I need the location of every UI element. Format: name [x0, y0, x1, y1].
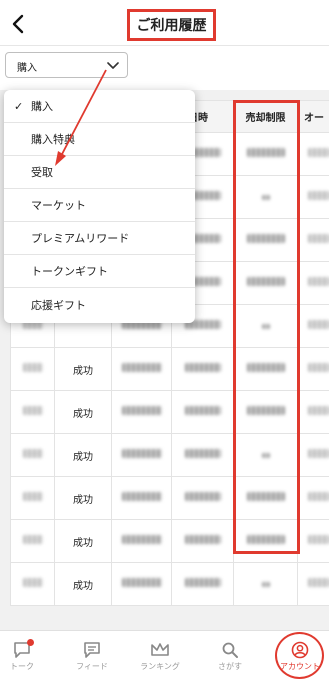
redacted-cell — [112, 520, 172, 563]
tab-feed[interactable]: フィード — [62, 631, 122, 682]
dropdown-item-market[interactable]: マーケット — [4, 189, 195, 222]
redacted-text — [262, 582, 270, 587]
redacted-text — [308, 406, 329, 415]
redacted-cell — [11, 520, 55, 563]
redacted-cell — [172, 520, 234, 563]
dropdown-item-support-gift[interactable]: 応援ギフト — [4, 288, 195, 321]
redacted-text — [308, 320, 329, 329]
redacted-cell — [172, 348, 234, 391]
account-tab-highlight — [275, 632, 324, 679]
redacted-text — [185, 406, 221, 415]
dropdown-item-receive[interactable]: 受取 — [4, 156, 195, 189]
title-highlight-box: ご利用履歴 — [127, 9, 216, 41]
dropdown-item-token-gift[interactable]: トークンギフト — [4, 255, 195, 288]
redacted-text — [308, 578, 329, 587]
redacted-text — [185, 578, 221, 587]
redacted-cell — [298, 262, 329, 305]
check-icon: ✓ — [14, 100, 23, 113]
redacted-text — [308, 234, 329, 243]
redacted-text — [122, 363, 162, 372]
redacted-text — [122, 449, 162, 458]
table-row: 成功 — [11, 563, 329, 606]
tab-talk[interactable]: トーク — [0, 631, 44, 682]
redacted-cell — [172, 563, 234, 606]
redacted-text — [122, 535, 162, 544]
dropdown-item-purchase[interactable]: ✓ 購入 — [4, 90, 195, 123]
dropdown-item-purchase-bonus[interactable]: 購入特典 — [4, 123, 195, 156]
back-icon[interactable] — [8, 13, 28, 35]
redacted-text — [308, 191, 329, 200]
redacted-cell — [298, 391, 329, 434]
redacted-cell — [112, 348, 172, 391]
redacted-text — [308, 492, 329, 501]
redacted-text — [23, 449, 43, 458]
ranking-icon — [150, 641, 170, 659]
redacted-cell — [11, 477, 55, 520]
redacted-cell — [298, 176, 329, 219]
history-type-select[interactable]: 購入 — [5, 52, 128, 78]
header-bar: ご利用履歴 — [0, 0, 329, 46]
redacted-text — [23, 406, 43, 415]
column-header: オー — [298, 101, 329, 133]
dropdown-item-premium-reward[interactable]: プレミアムリワード — [4, 222, 195, 255]
redacted-text — [185, 363, 221, 372]
history-type-dropdown: ✓ 購入 購入特典 受取 マーケット プレミアムリワード トークンギフト 応援ギ… — [4, 90, 195, 323]
page-title: ご利用履歴 — [137, 15, 207, 35]
redacted-cell — [298, 477, 329, 520]
redacted-text — [308, 148, 329, 157]
redacted-cell — [112, 434, 172, 477]
redacted-text — [23, 535, 43, 544]
status-cell: 成功 — [55, 520, 112, 563]
redacted-cell — [298, 305, 329, 348]
redacted-cell — [298, 434, 329, 477]
redacted-text — [122, 492, 162, 501]
redacted-cell — [112, 477, 172, 520]
redacted-cell — [11, 348, 55, 391]
redacted-cell — [11, 391, 55, 434]
redacted-cell — [298, 219, 329, 262]
redacted-cell — [172, 391, 234, 434]
notification-badge — [27, 639, 34, 646]
tab-ranking[interactable]: ランキング — [130, 631, 190, 682]
sell-limit-column-highlight — [233, 100, 300, 554]
tab-search[interactable]: さがす — [202, 631, 258, 682]
redacted-cell — [112, 563, 172, 606]
redacted-text — [122, 578, 162, 587]
select-value: 購入 — [17, 59, 37, 74]
redacted-text — [308, 449, 329, 458]
redacted-text — [308, 277, 329, 286]
status-cell: 成功 — [55, 434, 112, 477]
redacted-text — [185, 535, 221, 544]
redacted-text — [308, 363, 329, 372]
redacted-cell — [234, 563, 298, 606]
redacted-text — [23, 363, 43, 372]
status-cell: 成功 — [55, 563, 112, 606]
search-icon — [221, 641, 239, 659]
redacted-cell — [298, 563, 329, 606]
redacted-text — [185, 492, 221, 501]
chevron-down-icon — [107, 60, 119, 70]
redacted-cell — [112, 391, 172, 434]
redacted-cell — [298, 520, 329, 563]
status-cell: 成功 — [55, 348, 112, 391]
status-cell: 成功 — [55, 391, 112, 434]
redacted-text — [122, 406, 162, 415]
redacted-cell — [172, 477, 234, 520]
status-cell: 成功 — [55, 477, 112, 520]
redacted-cell — [298, 133, 329, 176]
redacted-cell — [298, 348, 329, 391]
redacted-text — [23, 492, 43, 501]
redacted-text — [308, 535, 329, 544]
redacted-cell — [11, 563, 55, 606]
feed-icon — [83, 641, 101, 659]
redacted-text — [23, 578, 43, 587]
redacted-cell — [172, 434, 234, 477]
redacted-text — [185, 449, 221, 458]
redacted-cell — [11, 434, 55, 477]
